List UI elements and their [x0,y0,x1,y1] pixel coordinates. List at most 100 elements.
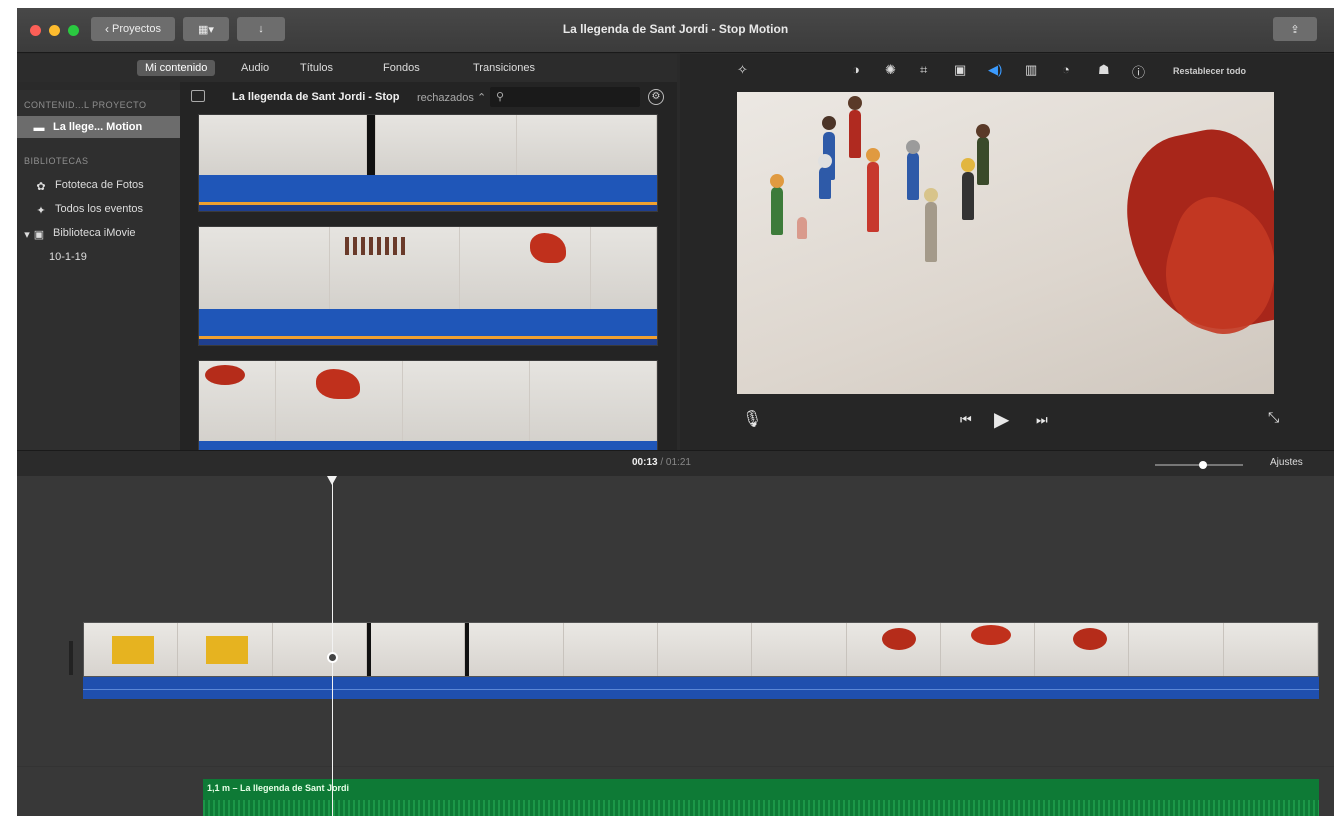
timeline-video-clip[interactable] [83,622,1319,677]
clip-handle[interactable] [69,641,73,675]
microphone-icon[interactable]: 🎙︎ [742,409,762,429]
browser-tabs: Mi contenido Audio Títulos Fondos Transi… [17,54,677,82]
current-time: 00:13 [632,457,658,468]
skip-back-icon[interactable]: ⏮︎ [960,412,972,428]
tab-audio[interactable]: Audio [233,60,277,76]
imovie-window: ‹ Proyectos ▦▾ ↓ La llegenda de Sant Jor… [17,8,1334,816]
clip-thumbnail [516,115,657,175]
timeline-thumbnail [272,623,367,676]
clip-thumbnail [367,115,377,175]
tab-my-media[interactable]: Mi contenido [137,60,216,76]
chevron-updown-icon: ⌃ [476,92,487,104]
clip-range-indicator [199,336,657,339]
clip-thumbnail [199,227,330,309]
playhead[interactable] [332,476,333,816]
sidebar-item-label: Todos los eventos [55,203,144,215]
skip-forward-icon[interactable]: ⏭︎ [1036,412,1048,428]
clip-thumbnail [275,361,403,441]
reset-all-button[interactable]: Restablecer todo [1173,66,1246,76]
disclosure-triangle-icon[interactable]: ▾ [23,228,31,241]
timeline-thumbnail [178,623,273,676]
sidebar-item-label: Fototeca de Fotos [55,179,144,191]
sidebar-item-label: La llege... Motion [53,121,143,133]
playhead-position-dot[interactable] [327,652,338,663]
timeline-thumbnail [1223,623,1319,676]
timeline-thumbnail [752,623,847,676]
playhead-marker-icon[interactable] [327,476,337,485]
library-icon: ▣ [33,229,45,241]
star-icon: ✦ [36,205,46,217]
sidebar-toggle-icon[interactable] [191,90,205,102]
equalizer-icon[interactable]: ▥ [1025,62,1037,78]
media-browser: La llegenda de Sant Jordi - Stop rechaza… [180,82,677,453]
adjustments-bar: ✧ ◑ ✺ ⌗ ▣ ◀) ▥ ◔ ☗ ⓘ Restablecer todo [680,54,1334,84]
clip-thumbnail [591,227,658,309]
timecode: 00:13 / 01:21 [632,457,691,468]
timeline-thumbnail [940,623,1036,676]
stabilization-icon[interactable]: ▣ [954,62,966,78]
tab-titles[interactable]: Títulos [292,60,341,76]
timeline-header: 00:13 / 01:21 Ajustes [17,450,1334,476]
libraries-header: BIBLIOTECAS [24,156,89,166]
volume-icon[interactable]: ◀) [988,62,1002,78]
clip-audio-waveform [199,309,657,339]
browser-clip[interactable] [198,114,658,212]
browser-clip[interactable] [198,226,658,346]
clip-thumbnail [199,361,276,441]
clip-thumbnail [329,227,461,309]
tab-backgrounds[interactable]: Fondos [375,60,428,76]
timeline[interactable]: 1,1 m – La llegenda de Sant Jordi [17,476,1334,816]
timeline-thumbnail [84,623,179,676]
timeline-thumbnail [1035,623,1130,676]
timeline-thumbnail [563,623,658,676]
clip-thumbnail [199,115,368,175]
zoom-slider-knob[interactable] [1199,461,1208,469]
timeline-thumbnail [657,623,753,676]
gear-icon[interactable]: ⚙ [648,89,664,105]
viewer: ✧ ◑ ✺ ⌗ ▣ ◀) ▥ ◔ ☗ ⓘ Restablecer todo 🎙︎… [680,54,1334,450]
sidebar-item-imovie-library[interactable]: ▾ ▣ Biblioteca iMovie [17,222,180,244]
title-bar: ‹ Proyectos ▦▾ ↓ La llegenda de Sant Jor… [17,8,1334,53]
search-icon: ⚲ [496,91,505,103]
sidebar-item-label: 10-1-19 [49,251,87,263]
clip-thumbnail [460,227,592,309]
color-balance-icon[interactable]: ◑ [852,62,860,77]
info-icon[interactable]: ⓘ [1132,62,1145,81]
settings-button[interactable]: Ajustes [1270,457,1303,468]
music-waveform [203,800,1319,816]
window-title: La llegenda de Sant Jordi - Stop Motion [562,22,789,36]
timeline-thumbnail [366,623,466,676]
crop-icon[interactable]: ⌗ [920,62,927,78]
timeline-thumbnail [465,623,564,676]
speed-icon[interactable]: ◔ [1062,62,1070,77]
timeline-clip-audio[interactable] [83,677,1319,699]
browser-filter-bar: La llegenda de Sant Jordi - Stop rechaza… [180,82,677,112]
clip-filter-select[interactable]: rechazados ⌃ [417,91,486,104]
clip-range-indicator [199,202,657,205]
sidebar-item-project[interactable]: ▬ La llege... Motion [17,116,182,138]
video-preview [737,92,1274,394]
fullscreen-icon[interactable]: ⤡ [1268,409,1279,426]
timeline-zoom-slider[interactable] [1155,461,1243,469]
clip-thumbnail [376,115,517,175]
timeline-thumbnail [846,623,941,676]
sidebar-item-label: Biblioteca iMovie [53,227,136,239]
clip-thumbnail [402,361,530,441]
color-correction-icon[interactable]: ✺ [885,62,896,78]
libraries-sidebar: CONTENID...L PROYECTO ▬ La llege... Moti… [17,90,182,450]
play-icon[interactable]: ▶ [994,407,1009,432]
playback-controls: 🎙︎ ⏮︎ ▶ ⏭︎ ⤡ [680,409,1334,439]
total-duration: 01:21 [665,457,691,468]
magic-wand-icon[interactable]: ✧ [737,62,748,78]
tab-transitions[interactable]: Transiciones [465,60,543,76]
search-input[interactable]: ⚲ [490,87,640,107]
share-button[interactable]: ⇪ [1273,17,1317,41]
project-content-header: CONTENID...L PROYECTO [24,100,147,110]
browser-clip[interactable] [198,360,658,453]
clip-filter-icon[interactable]: ☗ [1098,62,1110,78]
sidebar-item-event[interactable]: 10-1-19 [17,246,180,268]
background-music-track[interactable]: 1,1 m – La llegenda de Sant Jordi [203,779,1319,816]
sidebar-item-all-events[interactable]: ✦ Todos los eventos [17,198,180,220]
sidebar-item-photos-library[interactable]: ✿ Fototeca de Fotos [17,174,180,196]
event-title: La llegenda de Sant Jordi - Stop [232,91,400,103]
